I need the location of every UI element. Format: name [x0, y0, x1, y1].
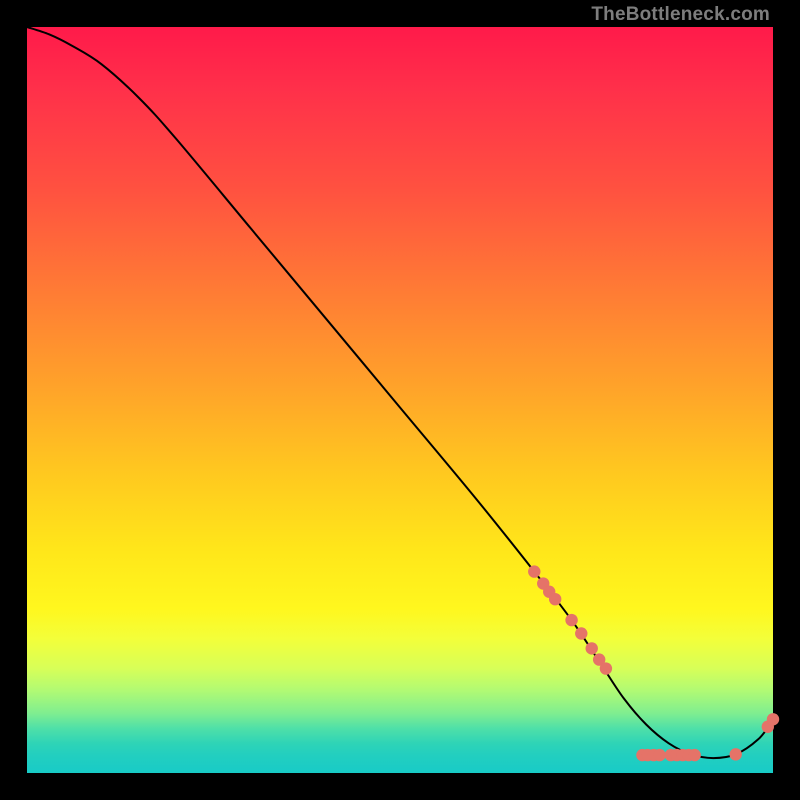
- curve-marker: [528, 565, 540, 577]
- curve-marker: [586, 642, 598, 654]
- chart-overlay: [27, 27, 773, 773]
- curve-marker: [575, 627, 587, 639]
- curve-marker: [767, 713, 779, 725]
- chart-frame: TheBottleneck.com: [0, 0, 800, 800]
- watermark-label: TheBottleneck.com: [591, 4, 770, 26]
- curve-marker: [565, 614, 577, 626]
- curve-marker: [730, 748, 742, 760]
- bottleneck-curve: [27, 27, 773, 758]
- curve-marker: [653, 749, 665, 761]
- curve-marker: [688, 749, 700, 761]
- curve-marker: [549, 593, 561, 605]
- curve-marker: [600, 662, 612, 674]
